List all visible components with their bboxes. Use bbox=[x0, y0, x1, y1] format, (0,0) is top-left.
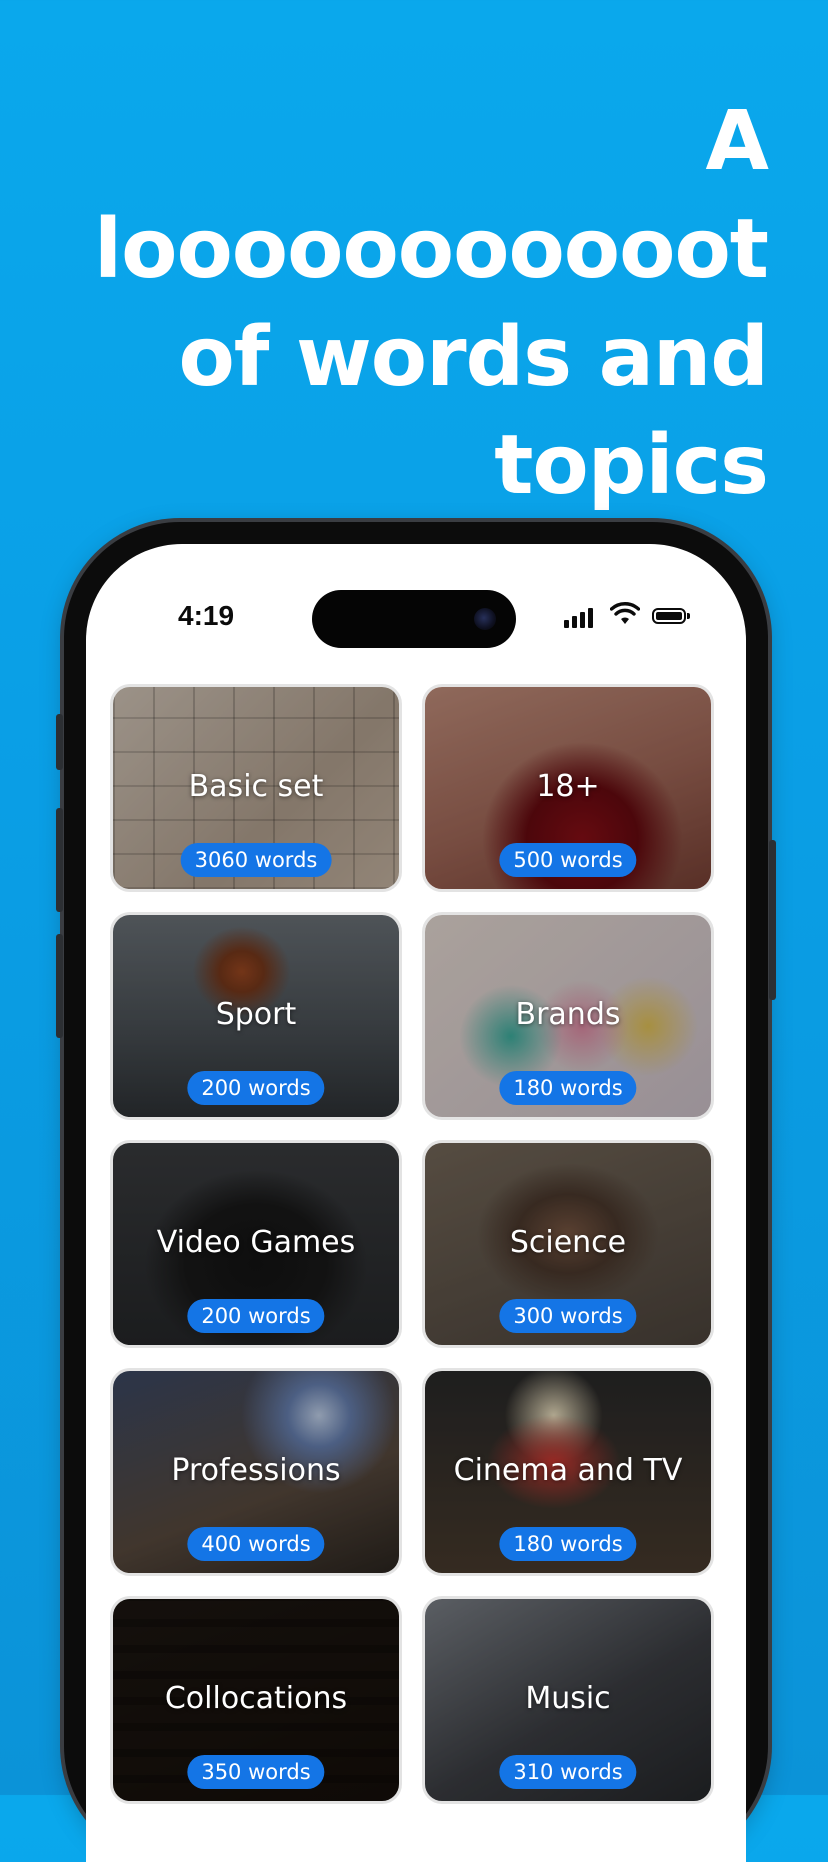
headline-line-1: A looooooooooot bbox=[94, 94, 769, 297]
word-count-badge: 180 words bbox=[499, 1527, 637, 1561]
topic-card-sport[interactable]: Sport 200 words bbox=[110, 912, 402, 1120]
volume-down-button bbox=[56, 934, 63, 1038]
word-count-badge: 400 words bbox=[187, 1527, 325, 1561]
headline-line-3: topics bbox=[494, 418, 769, 513]
power-button bbox=[769, 840, 776, 1000]
topic-grid: Basic set 3060 words 18+ 500 words Sport… bbox=[110, 684, 722, 1804]
promo-headline: A looooooooooot of words and topics bbox=[28, 88, 769, 520]
volume-up-button bbox=[56, 808, 63, 912]
word-count-badge: 500 words bbox=[499, 843, 637, 877]
topic-title: 18+ bbox=[536, 769, 600, 804]
cellular-signal-icon bbox=[564, 606, 598, 628]
wifi-icon bbox=[610, 602, 640, 624]
word-count-badge: 200 words bbox=[187, 1071, 325, 1105]
silent-switch bbox=[56, 714, 63, 770]
word-count-badge: 310 words bbox=[499, 1755, 637, 1789]
word-count-badge: 300 words bbox=[499, 1299, 637, 1333]
word-count-badge: 180 words bbox=[499, 1071, 637, 1105]
word-count-badge: 350 words bbox=[187, 1755, 325, 1789]
topic-title: Sport bbox=[215, 997, 297, 1032]
topic-card-basic-set[interactable]: Basic set 3060 words bbox=[110, 684, 402, 892]
battery-icon bbox=[652, 608, 690, 624]
topic-card-science[interactable]: Science 300 words bbox=[422, 1140, 714, 1348]
topic-card-brands[interactable]: Brands 180 words bbox=[422, 912, 714, 1120]
topic-card-video-games[interactable]: Video Games 200 words bbox=[110, 1140, 402, 1348]
status-icons bbox=[564, 602, 690, 628]
topic-title: Brands bbox=[515, 997, 621, 1032]
topic-title: Basic set bbox=[188, 769, 324, 804]
phone-screen: 4:19 Basic set 3060 words 18+ 500 words … bbox=[86, 544, 746, 1862]
topic-card-music[interactable]: Music 310 words bbox=[422, 1596, 714, 1804]
topic-title: Science bbox=[509, 1225, 627, 1260]
front-camera-icon bbox=[474, 608, 496, 630]
status-time: 4:19 bbox=[178, 600, 235, 631]
headline-line-2: of words and bbox=[178, 310, 769, 405]
topic-card-18-plus[interactable]: 18+ 500 words bbox=[422, 684, 714, 892]
phone-frame: 4:19 Basic set 3060 words 18+ 500 words … bbox=[56, 522, 776, 1862]
dynamic-island bbox=[312, 590, 516, 648]
word-count-badge: 3060 words bbox=[180, 843, 332, 877]
topic-title: Music bbox=[525, 1681, 611, 1716]
topic-card-professions[interactable]: Professions 400 words bbox=[110, 1368, 402, 1576]
word-count-badge: 200 words bbox=[187, 1299, 325, 1333]
topic-title: Professions bbox=[171, 1453, 341, 1488]
topic-title: Cinema and TV bbox=[453, 1453, 683, 1488]
topic-title: Collocations bbox=[164, 1681, 348, 1716]
topic-card-collocations[interactable]: Collocations 350 words bbox=[110, 1596, 402, 1804]
topic-card-cinema-and-tv[interactable]: Cinema and TV 180 words bbox=[422, 1368, 714, 1576]
topic-title: Video Games bbox=[156, 1225, 356, 1260]
